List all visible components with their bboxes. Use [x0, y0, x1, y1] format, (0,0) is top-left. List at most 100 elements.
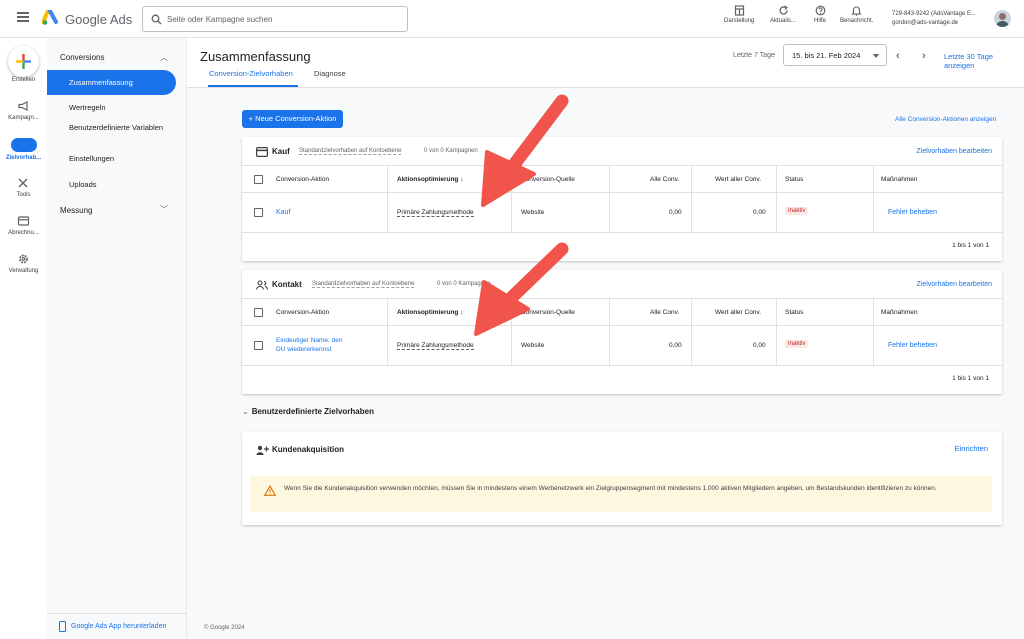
credit-card-icon: [256, 147, 268, 157]
chevron-down-icon: ⌄: [242, 407, 249, 416]
rail-goals-label: Zielvorhab...: [5, 155, 42, 161]
chevron-down-icon[interactable]: ﹀: [160, 204, 168, 215]
column-header[interactable]: Conversion-Aktion: [276, 309, 329, 316]
contact-people-icon: [256, 280, 268, 290]
select-all-checkbox[interactable]: [254, 308, 263, 317]
column-header[interactable]: Status: [785, 176, 803, 183]
notifications-button[interactable]: Benachricht.: [840, 5, 873, 24]
date-range-picker[interactable]: 15. bis 21. Feb 2024: [783, 44, 887, 66]
account-id: 729-843-9242 (AdsVantage E...: [892, 11, 976, 17]
setup-link[interactable]: Einrichten: [955, 444, 988, 453]
menu-icon[interactable]: [17, 12, 29, 22]
avatar[interactable]: [994, 10, 1011, 27]
icon-rail: Erstellen Kampagn... Zielvorhab... Tools…: [0, 38, 47, 639]
nav-item-settings[interactable]: Einstellungen: [69, 154, 179, 164]
appearance-button[interactable]: Darstellung: [724, 5, 754, 24]
goal-title: Kontakt: [272, 280, 302, 289]
row-checkbox[interactable]: [254, 208, 263, 217]
page-title: Zusammenfassung: [200, 49, 311, 64]
all-conversion-actions-link[interactable]: Alle Conversion-Aktionen anzeigen: [895, 116, 996, 123]
rail-create-label: Erstellen: [11, 77, 36, 83]
add-person-icon: [256, 445, 269, 455]
rail-item-billing[interactable]: Abrechnu...: [0, 215, 47, 236]
all-conversions-value: 0,00: [669, 209, 682, 216]
column-header[interactable]: Conversion-Quelle: [521, 176, 575, 183]
status-badge[interactable]: Inaktiv: [785, 207, 809, 215]
conversion-value: 0,00: [753, 209, 766, 216]
fix-errors-link[interactable]: Fehler beheben: [888, 209, 937, 216]
column-header[interactable]: Wert aller Conv.: [715, 309, 761, 316]
goal-scope[interactable]: Standardzielvorhaben auf Kontoebene: [312, 281, 415, 288]
column-header[interactable]: Alle Conv.: [650, 176, 679, 183]
column-header[interactable]: Maßnahmen: [881, 176, 918, 183]
nav-section-measurement[interactable]: Messung: [60, 206, 92, 215]
app-download-label: Google Ads App herunterladen: [71, 623, 167, 630]
optimization-value[interactable]: Primäre Zahlungsmethode: [397, 342, 474, 350]
search-box[interactable]: [142, 6, 408, 32]
fix-errors-link[interactable]: Fehler beheben: [888, 342, 937, 349]
chevron-up-icon[interactable]: ︿: [160, 52, 168, 63]
phone-icon: [59, 621, 66, 632]
conversion-action-link[interactable]: Eindeutiger Name, den DU wiedererkennst: [276, 336, 343, 354]
search-input[interactable]: [167, 12, 397, 27]
table-row: Kauf Primäre Zahlungsmethode Website 0,0…: [242, 193, 1002, 233]
help-button[interactable]: Hilfe: [814, 5, 826, 24]
rail-tools-label: Tools: [16, 192, 31, 198]
nav-item-summary[interactable]: Zusammenfassung: [47, 70, 176, 95]
trophy-icon: [10, 138, 37, 152]
date-compare-link[interactable]: Letzte 30 Tage anzeigen: [944, 52, 1024, 70]
rail-item-create[interactable]: Erstellen: [0, 77, 47, 83]
table-header: Conversion-Aktion Aktionsoptimierung ↓ C…: [242, 166, 1002, 233]
search-icon: [151, 14, 162, 25]
refresh-button[interactable]: Aktualis...: [770, 5, 796, 24]
custom-goals-section-toggle[interactable]: ⌄ Benutzerdefinierte Zielvorhaben: [242, 407, 374, 416]
column-header[interactable]: Maßnahmen: [881, 309, 918, 316]
edit-goal-link[interactable]: Zielvorhaben bearbeiten: [917, 281, 993, 288]
notifications-label: Benachricht.: [840, 18, 874, 24]
column-header[interactable]: Conversion-Aktion: [276, 176, 329, 183]
create-button[interactable]: [8, 46, 39, 77]
side-nav: Conversions ︿ Zusammenfassung Wertregeln…: [47, 38, 187, 639]
account-email: gordon@ads-vantage.de: [892, 20, 959, 26]
edit-goal-link[interactable]: Zielvorhaben bearbeiten: [917, 148, 993, 155]
column-header[interactable]: Wert aller Conv.: [715, 176, 761, 183]
conversion-source: Website: [521, 209, 545, 216]
goal-scope[interactable]: Standardzielvorhaben auf Kontoebene: [299, 148, 402, 155]
nav-item-value-rules[interactable]: Wertregeln: [69, 103, 179, 113]
conversion-action-link[interactable]: Kauf: [276, 209, 290, 216]
column-header[interactable]: Status: [785, 309, 803, 316]
nav-item-uploads[interactable]: Uploads: [69, 180, 179, 190]
refresh-icon: [778, 5, 788, 15]
optimization-value[interactable]: Primäre Zahlungsmethode: [397, 209, 474, 217]
plus-icon: [16, 54, 31, 69]
rail-item-goals[interactable]: Zielvorhab...: [0, 138, 47, 161]
select-all-checkbox[interactable]: [254, 175, 263, 184]
next-period-icon[interactable]: ›: [922, 50, 926, 62]
account-info[interactable]: 729-843-9242 (AdsVantage E... gordon@ads…: [892, 10, 976, 28]
nav-section-conversions[interactable]: Conversions: [60, 53, 104, 62]
nav-item-custom-variables[interactable]: Benutzerdefinierte Variablen: [69, 123, 179, 133]
rail-item-campaigns[interactable]: Kampagn...: [0, 100, 47, 121]
tab-conversion-goals[interactable]: Conversion-Zielvorhaben: [209, 69, 293, 78]
gear-icon: [19, 254, 28, 264]
rail-item-tools[interactable]: Tools: [0, 177, 47, 198]
help-icon: [815, 5, 825, 16]
all-conversions-value: 0,00: [669, 342, 682, 349]
brand-name[interactable]: Google Ads: [65, 12, 132, 27]
row-checkbox[interactable]: [254, 341, 263, 350]
rail-campaigns-label: Kampagn...: [8, 115, 39, 121]
column-header[interactable]: Alle Conv.: [650, 309, 679, 316]
google-ads-logo-icon[interactable]: [42, 10, 60, 26]
app-download-link[interactable]: Google Ads App herunterladen: [47, 613, 187, 639]
rail-item-admin[interactable]: Verwaltung: [0, 253, 47, 274]
warning-text: Wenn Sie die Kundenakquisition verwenden…: [284, 485, 937, 492]
column-header-sorted[interactable]: Aktionsoptimierung ↓: [397, 176, 463, 183]
status-badge[interactable]: Inaktiv: [785, 340, 809, 348]
tab-diagnosis[interactable]: Diagnose: [314, 69, 346, 78]
new-conversion-action-button[interactable]: + Neue Conversion-Aktion: [242, 110, 343, 128]
help-label: Hilfe: [814, 18, 827, 24]
goal-card-purchase: Kauf Standardzielvorhaben auf Kontoebene…: [242, 137, 1002, 261]
previous-period-icon[interactable]: ‹: [896, 50, 900, 62]
column-header[interactable]: Conversion-Quelle: [521, 309, 575, 316]
column-header-sorted[interactable]: Aktionsoptimierung ↓: [397, 309, 463, 316]
